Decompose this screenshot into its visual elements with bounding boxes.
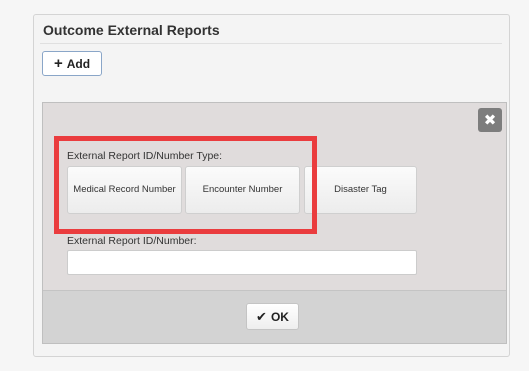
type-label: External Report ID/Number Type: (67, 150, 223, 162)
close-icon[interactable]: ✖ (478, 108, 502, 132)
type-option-encounter-number[interactable]: Encounter Number (185, 166, 300, 214)
add-button[interactable]: + Add (42, 51, 102, 76)
title-divider (40, 43, 502, 44)
checkmark-icon: ✔ (256, 308, 267, 324)
external-report-dialog: ✖ External Report ID/Number Type: Medica… (42, 102, 507, 344)
type-option-label: Medical Record Number (73, 183, 176, 195)
type-option-label: Encounter Number (202, 183, 283, 195)
plus-icon: + (53, 55, 63, 72)
type-option-medical-record-number[interactable]: Medical Record Number (67, 166, 182, 214)
ok-button[interactable]: ✔ OK (246, 303, 299, 330)
panel-title: Outcome External Reports (43, 22, 220, 38)
ok-button-label: OK (270, 309, 289, 324)
dialog-footer: ✔ OK (43, 290, 506, 343)
add-button-label: Add (66, 56, 91, 71)
type-option-label: Disaster Tag (334, 183, 387, 195)
external-report-number-input[interactable] (67, 250, 417, 275)
number-label: External Report ID/Number: (67, 235, 197, 247)
type-option-disaster-tag[interactable]: Disaster Tag (304, 166, 417, 214)
